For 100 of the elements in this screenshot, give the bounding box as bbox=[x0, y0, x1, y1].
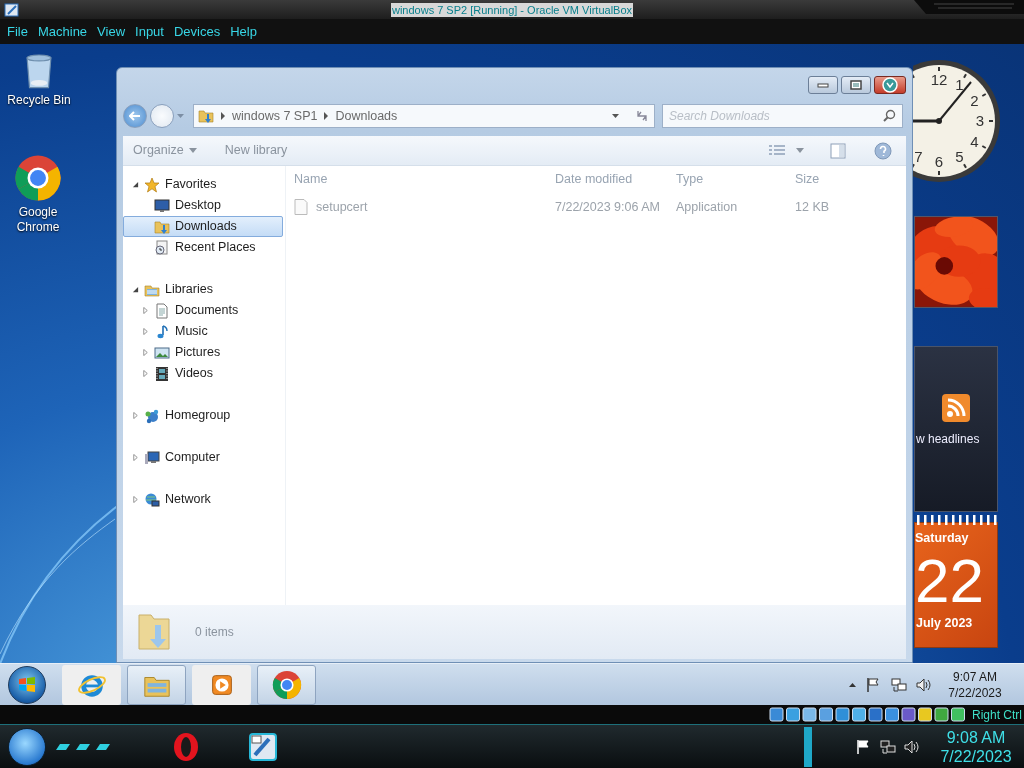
feed-text: w headlines bbox=[915, 431, 980, 448]
collapsed-arrow-icon[interactable] bbox=[132, 496, 139, 503]
nav-item[interactable]: Videos bbox=[123, 363, 283, 384]
search-field[interactable]: Search Downloads bbox=[662, 104, 903, 128]
document-icon bbox=[154, 302, 170, 319]
nav-item[interactable]: Documents bbox=[123, 300, 283, 321]
close-icon bbox=[882, 77, 898, 93]
close-button[interactable] bbox=[874, 76, 906, 94]
film-strip-icon bbox=[154, 365, 170, 382]
taskbar-clock[interactable]: 9:08 AM 7/22/2023 bbox=[928, 727, 1024, 766]
nav-item[interactable]: Downloads bbox=[123, 216, 283, 237]
calendar-month: July 2023 bbox=[915, 614, 974, 632]
folder-download-icon bbox=[198, 108, 214, 124]
back-arrow-icon bbox=[129, 111, 141, 121]
collapsed-arrow-icon[interactable] bbox=[132, 412, 139, 419]
monitor-icon bbox=[154, 197, 170, 214]
nav-item-label: Libraries bbox=[165, 281, 213, 299]
virtualbox-icon bbox=[246, 730, 279, 763]
host-key-label: Right Ctrl bbox=[972, 706, 1022, 724]
chevron-icon bbox=[323, 112, 330, 120]
menu-item[interactable]: File bbox=[2, 21, 33, 42]
clock-numeral: 5 bbox=[955, 147, 964, 165]
back-button[interactable] bbox=[123, 104, 147, 128]
minimize-button[interactable] bbox=[808, 76, 838, 94]
clock-numeral: 7 bbox=[914, 147, 923, 165]
nav-item[interactable]: Desktop bbox=[123, 195, 283, 216]
folder-download-icon bbox=[135, 611, 173, 653]
expanded-arrow-icon[interactable] bbox=[132, 181, 139, 188]
breadcrumb-item[interactable]: windows 7 SP1 bbox=[232, 106, 318, 126]
clock-date: 7/22/2023 bbox=[947, 684, 1003, 701]
network-icon[interactable] bbox=[880, 738, 896, 755]
maximize-icon bbox=[850, 80, 862, 90]
flag-icon[interactable] bbox=[866, 676, 882, 693]
status-icons-drawing[interactable] bbox=[768, 706, 968, 723]
search-icon bbox=[883, 109, 896, 122]
rss-feed-icon bbox=[942, 394, 970, 422]
calendar-weekday: Saturday bbox=[915, 530, 970, 547]
nav-item[interactable]: Computer bbox=[123, 447, 283, 468]
nav-item-label: Videos bbox=[175, 365, 213, 383]
nav-item[interactable]: Pictures bbox=[123, 342, 283, 363]
maximize-button[interactable] bbox=[841, 76, 871, 94]
picture-frame-icon bbox=[154, 344, 170, 361]
start-button[interactable] bbox=[8, 665, 46, 704]
taskbar-clock[interactable]: 9:07 AM 7/22/2023 bbox=[940, 668, 1010, 701]
menu-item[interactable]: Devices bbox=[168, 21, 226, 42]
collapsed-arrow-icon[interactable] bbox=[142, 349, 149, 356]
menu-item[interactable]: Help bbox=[225, 21, 262, 42]
menu-item[interactable]: Machine bbox=[32, 21, 93, 42]
expanded-arrow-icon[interactable] bbox=[132, 286, 139, 293]
nav-item[interactable]: Favorites bbox=[123, 174, 283, 195]
virtualbox-icon bbox=[4, 2, 20, 18]
chevron-icon bbox=[220, 112, 226, 120]
nav-item-label: Pictures bbox=[175, 344, 221, 362]
nav-item[interactable]: Recent Places bbox=[123, 237, 283, 258]
collapsed-arrow-icon[interactable] bbox=[142, 370, 149, 377]
menu-item[interactable]: View bbox=[92, 21, 131, 42]
document-clock-icon bbox=[154, 239, 170, 256]
nav-item[interactable]: Network bbox=[123, 489, 283, 510]
computer-icon bbox=[144, 449, 160, 466]
clock-numeral: 6 bbox=[934, 153, 944, 170]
collapsed-arrow-icon[interactable] bbox=[142, 328, 149, 335]
windows-logo-icon bbox=[18, 675, 36, 694]
nav-item-label: Music bbox=[175, 323, 208, 341]
menu-item[interactable]: Input bbox=[130, 21, 169, 42]
address-bar[interactable]: windows 7 SP1 Downloads bbox=[193, 104, 655, 128]
clock-numeral: 2 bbox=[970, 91, 979, 109]
clock-time: 9:08 AM bbox=[945, 727, 1007, 747]
nav-item-label: Recent Places bbox=[175, 239, 256, 257]
file-icon bbox=[294, 199, 308, 215]
desktop-icon-label[interactable]: Recycle Bin bbox=[7, 93, 71, 108]
star-icon bbox=[144, 176, 160, 193]
chrome-icon bbox=[271, 669, 302, 700]
refresh-icon[interactable] bbox=[634, 108, 650, 124]
start-button[interactable] bbox=[8, 727, 46, 766]
nav-item[interactable]: Libraries bbox=[123, 279, 283, 300]
nav-item[interactable]: Homegroup bbox=[123, 405, 283, 426]
collapsed-arrow-icon[interactable] bbox=[142, 307, 149, 314]
breadcrumb-item[interactable]: Downloads bbox=[335, 106, 398, 126]
window-title: windows 7 SP2 [Running] - Oracle VM VirtualBox bbox=[390, 2, 634, 17]
network-icon[interactable] bbox=[891, 676, 907, 693]
dropdown-arrow-icon bbox=[188, 148, 197, 153]
speaker-icon[interactable] bbox=[904, 738, 920, 755]
clock-numeral: 12 bbox=[930, 71, 948, 88]
dropdown-arrow-icon[interactable] bbox=[611, 113, 620, 119]
accent-bar-drawing bbox=[804, 726, 812, 767]
flag-icon[interactable] bbox=[856, 738, 872, 755]
nav-item-label: Network bbox=[165, 491, 211, 509]
nav-item[interactable]: Music bbox=[123, 321, 283, 342]
homegroup-icon bbox=[144, 407, 160, 424]
desktop-icon-label[interactable]: Google Chrome bbox=[8, 205, 68, 235]
show-hidden-icons-icon[interactable] bbox=[848, 681, 857, 688]
view-list-icon[interactable] bbox=[768, 143, 786, 158]
help-icon[interactable] bbox=[874, 141, 892, 160]
collapsed-arrow-icon[interactable] bbox=[132, 454, 139, 461]
speaker-icon[interactable] bbox=[916, 676, 932, 693]
forward-button[interactable] bbox=[150, 104, 174, 128]
clock-numeral: 1 bbox=[955, 76, 964, 94]
calendar-day: 22 bbox=[915, 547, 997, 614]
file-date: 7/22/2023 9:06 AM bbox=[555, 198, 661, 216]
file-type: Application bbox=[676, 198, 739, 216]
